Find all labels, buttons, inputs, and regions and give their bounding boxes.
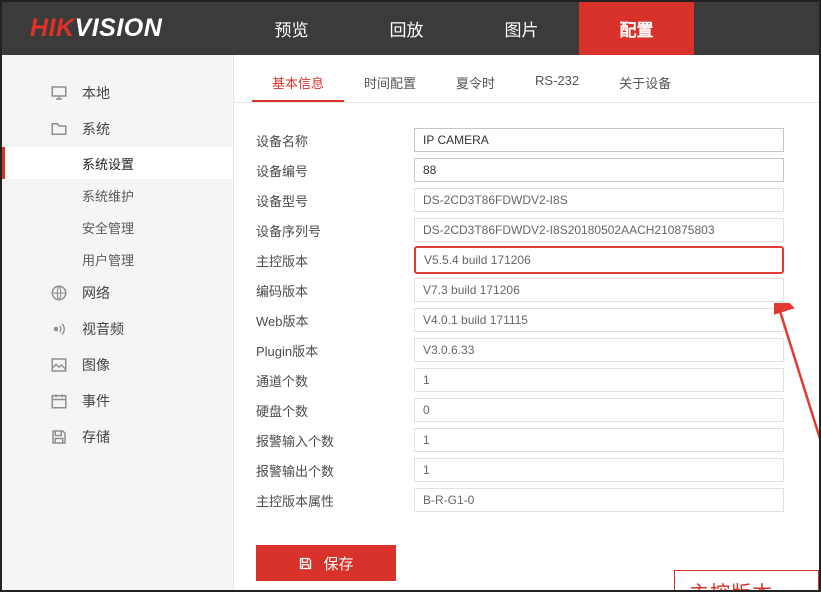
tab-time-settings[interactable]: 时间配置 xyxy=(344,63,436,102)
nav-picture[interactable]: 图片 xyxy=(464,2,579,55)
sidebar-item-storage[interactable]: 存储 xyxy=(2,419,233,455)
fw-property-input xyxy=(414,488,784,512)
topbar: HIKVISION 预览 回放 图片 配置 xyxy=(2,2,819,55)
field-channels: 通道个数 xyxy=(256,365,819,395)
device-no-input[interactable] xyxy=(414,158,784,182)
nav-playback[interactable]: 回放 xyxy=(349,2,464,55)
globe-icon xyxy=(50,284,68,302)
sidebar-item-event[interactable]: 事件 xyxy=(2,383,233,419)
save-icon xyxy=(50,428,68,446)
sidebar-sub-users[interactable]: 用户管理 xyxy=(2,243,233,275)
field-firmware: 主控版本 xyxy=(256,245,819,275)
form-basic-info: 设备名称 设备编号 设备型号 设备序列号 主控版本 xyxy=(234,103,819,515)
field-fw-property: 主控版本属性 xyxy=(256,485,819,515)
tab-rs232[interactable]: RS-232 xyxy=(515,63,599,102)
field-hdd: 硬盘个数 xyxy=(256,395,819,425)
sidebar-item-label: 视音频 xyxy=(82,319,124,339)
tab-dst[interactable]: 夏令时 xyxy=(436,63,515,102)
field-plugin: Plugin版本 xyxy=(256,335,819,365)
sidebar-item-label: 系统 xyxy=(82,119,110,139)
field-model: 设备型号 xyxy=(256,185,819,215)
plugin-input xyxy=(414,338,784,362)
folder-icon xyxy=(50,120,68,138)
firmware-input xyxy=(414,246,784,274)
field-serial: 设备序列号 xyxy=(256,215,819,245)
device-name-input[interactable] xyxy=(414,128,784,152)
alarm-in-input xyxy=(414,428,784,452)
field-alarm-out: 报警输出个数 xyxy=(256,455,819,485)
image-icon xyxy=(50,356,68,374)
sidebar-item-label: 网络 xyxy=(82,283,110,303)
sidebar-sub-security[interactable]: 安全管理 xyxy=(2,211,233,243)
sidebar-item-av[interactable]: 视音频 xyxy=(2,311,233,347)
calendar-icon xyxy=(50,392,68,410)
hdd-input xyxy=(414,398,784,422)
alarm-out-input xyxy=(414,458,784,482)
field-web: Web版本 xyxy=(256,305,819,335)
brand-logo: HIKVISION xyxy=(2,14,234,43)
annotation-note: 主控版本V5.5.0以上 xyxy=(674,570,819,592)
sidebar-item-system[interactable]: 系统 xyxy=(2,111,233,147)
wave-icon xyxy=(50,320,68,338)
tab-basic-info[interactable]: 基本信息 xyxy=(252,63,344,102)
nav-config[interactable]: 配置 xyxy=(579,2,694,55)
sidebar-sub-system-settings[interactable]: 系统设置 xyxy=(2,147,233,179)
sidebar-item-label: 事件 xyxy=(82,391,110,411)
serial-input xyxy=(414,218,784,242)
save-button[interactable]: 保存 xyxy=(256,545,396,581)
tabs: 基本信息 时间配置 夏令时 RS-232 关于设备 xyxy=(234,63,819,103)
field-alarm-in: 报警输入个数 xyxy=(256,425,819,455)
sidebar-sub-system-maintenance[interactable]: 系统维护 xyxy=(2,179,233,211)
nav-preview[interactable]: 预览 xyxy=(234,2,349,55)
web-input xyxy=(414,308,784,332)
sidebar-item-image[interactable]: 图像 xyxy=(2,347,233,383)
content-pane: 基本信息 时间配置 夏令时 RS-232 关于设备 设备名称 设备编号 设备型号 xyxy=(234,55,819,590)
sidebar-item-local[interactable]: 本地 xyxy=(2,75,233,111)
sidebar-item-label: 存储 xyxy=(82,427,110,447)
field-device-no: 设备编号 xyxy=(256,155,819,185)
channels-input xyxy=(414,368,784,392)
tab-about[interactable]: 关于设备 xyxy=(599,63,691,102)
encoding-input xyxy=(414,278,784,302)
sidebar: 本地 系统 系统设置 系统维护 安全管理 用户管理 网络 视音频 xyxy=(2,55,234,590)
sidebar-item-label: 图像 xyxy=(82,355,110,375)
sidebar-item-label: 本地 xyxy=(82,83,110,103)
field-device-name: 设备名称 xyxy=(256,125,819,155)
field-encoding: 编码版本 xyxy=(256,275,819,305)
top-nav: 预览 回放 图片 配置 xyxy=(234,2,694,55)
model-input xyxy=(414,188,784,212)
save-icon xyxy=(298,556,313,571)
monitor-icon xyxy=(50,84,68,102)
sidebar-item-network[interactable]: 网络 xyxy=(2,275,233,311)
